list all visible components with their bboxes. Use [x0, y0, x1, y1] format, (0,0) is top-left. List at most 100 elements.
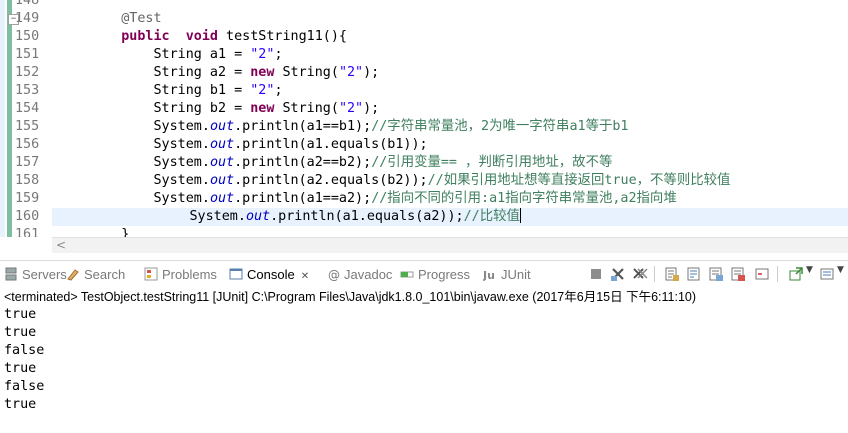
code-text[interactable]: System.out.println(a2.equals(b2));//如果引用…	[89, 172, 730, 190]
line-number: 151	[15, 47, 40, 62]
code-line[interactable]: −149 @Test	[0, 10, 848, 28]
tab-console[interactable]: Console ✕	[229, 265, 309, 285]
code-token: new	[250, 101, 275, 116]
word-wrap-icon[interactable]	[686, 266, 702, 282]
horizontal-scrollbar[interactable]: <	[52, 237, 848, 253]
code-token: public	[121, 29, 170, 44]
code-line[interactable]: 148	[0, 0, 848, 10]
line-number: 149	[15, 11, 40, 26]
show-console-output-icon[interactable]	[708, 266, 724, 282]
code-token: //字符串常量池，2为唯一字符串a1等于b1	[371, 119, 629, 134]
code-line[interactable]: 158 System.out.println(a2.equals(b2));//…	[0, 172, 848, 190]
code-token: String a1 =	[89, 47, 251, 62]
console-output[interactable]: true true false true false true	[4, 306, 844, 414]
javadoc-icon: @	[326, 267, 340, 282]
console-output-line: true	[4, 307, 37, 322]
code-token: .println(a2.equals(b2));	[234, 173, 428, 188]
dropdown-arrow-icon[interactable]: ▼	[806, 265, 813, 275]
code-line[interactable]: 154 String b2 = new String("2");	[0, 100, 848, 118]
code-text[interactable]: System.out.println(a1==b1);//字符串常量池，2为唯一…	[89, 118, 628, 136]
code-line[interactable]: 156 System.out.println(a1.equals(b1));	[0, 136, 848, 154]
code-line[interactable]: 160 System.out.println(a1.equals(a2));//…	[15, 208, 848, 226]
code-token: String(	[274, 101, 339, 116]
servers-icon	[4, 267, 18, 281]
remove-launch-icon[interactable]	[610, 266, 626, 282]
search-icon	[66, 267, 80, 281]
view-tab-bar: Servers Search Problems Console ✕ @ Javadoc Pro…	[0, 260, 848, 287]
code-line[interactable]: 150 public void testString11(){	[0, 28, 848, 46]
text-caret	[519, 208, 521, 223]
line-number: 157	[15, 155, 40, 170]
tab-javadoc[interactable]: @ Javadoc	[326, 265, 392, 285]
line-number: 156	[15, 137, 40, 152]
svg-text:Ju: Ju	[483, 269, 495, 281]
remove-all-terminated-icon[interactable]	[632, 266, 648, 282]
line-number: 153	[15, 83, 40, 98]
toolbar-separator	[777, 266, 778, 282]
code-token: out	[245, 209, 271, 224]
code-text[interactable]: System.out.println(a1==a2);//指向不同的引用:a1指…	[89, 190, 677, 208]
scroll-left-icon[interactable]: <	[56, 238, 66, 252]
code-line[interactable]: 159 System.out.println(a1==a2);//指向不同的引用…	[0, 190, 848, 208]
line-number: 148	[15, 0, 40, 8]
code-token: );	[363, 65, 380, 80]
tab-junit[interactable]: Ju JUnit	[482, 265, 531, 285]
code-line[interactable]: 153 String b1 = "2";	[0, 82, 848, 100]
code-token: .println(a1==b1);	[234, 119, 372, 134]
code-text[interactable]: System.out.println(a1.equals(b1));	[89, 136, 427, 154]
code-token: new	[250, 65, 275, 80]
console-output-line: true	[4, 397, 37, 412]
code-text[interactable]: String b1 = "2";	[89, 82, 282, 100]
tab-progress[interactable]: Progress	[400, 265, 470, 285]
open-console-icon[interactable]	[820, 266, 836, 282]
code-token: out	[209, 155, 235, 170]
code-token: "2"	[250, 47, 275, 62]
code-line[interactable]: 155 System.out.println(a1==b1);//字符串常量池，…	[0, 118, 848, 136]
tab-label: Javadoc	[344, 267, 393, 282]
show-console-error-icon[interactable]	[730, 266, 746, 282]
code-line[interactable]: 157 System.out.println(a2==b2);//引用变量== …	[0, 154, 848, 172]
view-menu-icon[interactable]: ▼	[837, 265, 844, 275]
code-text[interactable]: @Test	[89, 10, 162, 28]
display-selected-console-icon[interactable]	[788, 266, 804, 282]
junit-icon: Ju	[482, 267, 497, 282]
code-token: .println(a1==a2);	[234, 191, 372, 206]
line-number: 152	[15, 65, 40, 80]
code-editor[interactable]: 148 −149 @Test 150 public void testString1…	[0, 0, 848, 237]
svg-text:@: @	[328, 268, 340, 281]
code-token: //指向不同的引用:a1指向字符串常量池,a2指向堆	[371, 191, 677, 206]
pin-console-icon[interactable]	[754, 266, 770, 282]
tab-label: Console	[247, 267, 295, 282]
problems-icon	[144, 267, 158, 281]
code-token: String b2 =	[89, 101, 251, 116]
code-text[interactable]: public void testString11(){	[89, 28, 347, 46]
code-text[interactable]: System.out.println(a2==b2);//引用变量== ，判断引…	[89, 154, 612, 172]
code-line[interactable]: 151 String a1 = "2";	[0, 46, 848, 64]
code-token: "2"	[338, 65, 364, 80]
code-line[interactable]: 152 String a2 = new String("2");	[0, 64, 848, 82]
code-text[interactable]: String a1 = "2";	[89, 46, 282, 64]
code-token: }	[89, 227, 130, 237]
tab-problems[interactable]: Problems	[144, 265, 217, 285]
code-token: testString11(){	[218, 29, 347, 44]
code-token: @Test	[121, 11, 162, 26]
code-token: );	[363, 101, 380, 116]
code-line[interactable]: 161 }	[0, 226, 848, 237]
code-token: out	[209, 137, 235, 152]
scroll-lock-icon[interactable]	[664, 266, 680, 282]
editor-corner	[0, 237, 52, 253]
code-token: "2"	[250, 83, 275, 98]
terminate-icon[interactable]	[588, 266, 604, 282]
code-token: System.	[89, 191, 210, 206]
line-number: 158	[15, 173, 40, 188]
tab-servers[interactable]: Servers	[4, 265, 67, 285]
tab-search[interactable]: Search	[66, 265, 125, 285]
tab-label: Servers	[22, 267, 67, 282]
close-tab-icon[interactable]: ✕	[301, 271, 309, 282]
code-text[interactable]: System.out.println(a1.equals(a2));//比较值	[125, 208, 521, 226]
code-token: out	[209, 191, 235, 206]
code-text[interactable]: }	[89, 226, 129, 237]
code-text[interactable]: String a2 = new String("2");	[89, 64, 379, 82]
code-text[interactable]: String b2 = new String("2");	[89, 100, 379, 118]
